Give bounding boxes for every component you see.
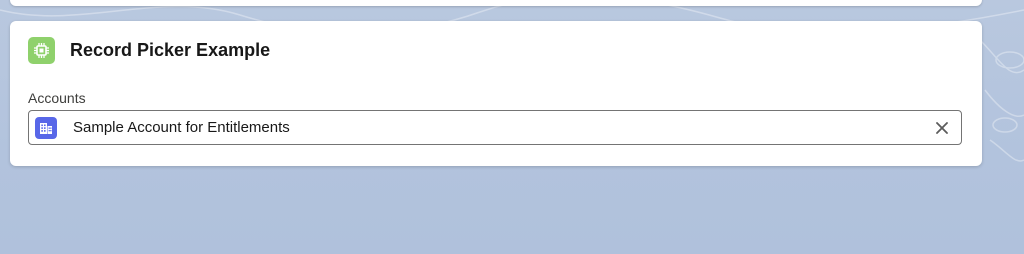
card-title: Record Picker Example: [70, 39, 271, 60]
selected-record-value: Sample Account for Entitlements: [73, 119, 290, 136]
card-header: Record Picker Example: [28, 36, 270, 64]
accounts-field-label: Accounts: [28, 90, 86, 106]
previous-card: [10, 0, 982, 6]
account-building-icon: [35, 116, 57, 139]
component-chip-icon: [28, 36, 55, 64]
app-background: Record Picker Example Accounts Sample Ac…: [0, 0, 1024, 254]
close-icon: [936, 121, 948, 134]
accounts-lookup-input[interactable]: Sample Account for Entitlements: [28, 110, 962, 145]
record-picker-card: Record Picker Example Accounts Sample Ac…: [10, 21, 982, 166]
clear-selection-button[interactable]: [927, 113, 957, 143]
